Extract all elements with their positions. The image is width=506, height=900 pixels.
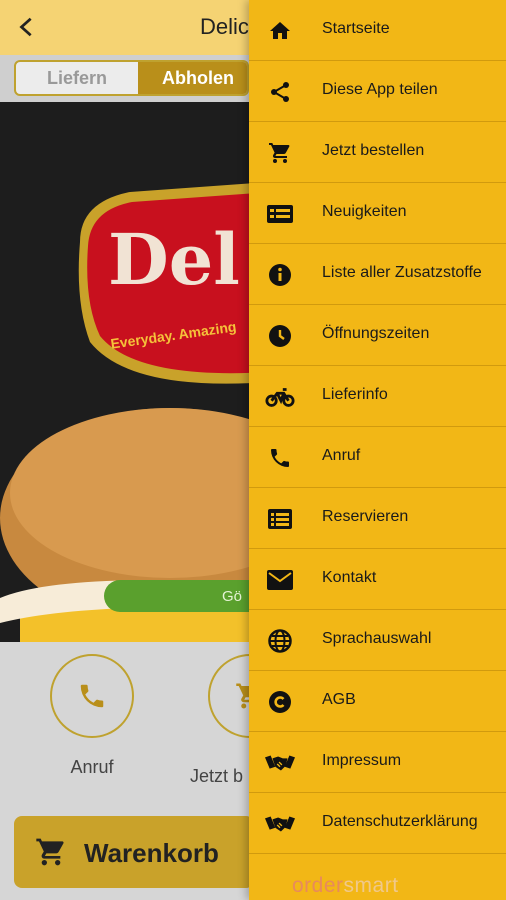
handshake-icon: [265, 749, 295, 777]
cart-icon: [36, 838, 64, 866]
cart-button[interactable]: Warenkorb: [14, 816, 254, 888]
menu-item-label: Anruf: [322, 447, 361, 464]
menu-item-delivery-info[interactable]: Lieferinfo: [249, 366, 506, 427]
menu-item-label: Öffnungszeiten: [322, 325, 430, 342]
copyright-icon: [265, 688, 295, 716]
menu-item-privacy[interactable]: Datenschutzerklärung: [249, 793, 506, 854]
menu-item-label: Reservieren: [322, 508, 409, 525]
menu-item-hours[interactable]: Öffnungszeiten: [249, 305, 506, 366]
menu-item-call[interactable]: Anruf: [249, 427, 506, 488]
call-label: Anruf: [70, 757, 114, 777]
menu-item-order[interactable]: Jetzt bestellen: [249, 122, 506, 183]
delivery-mode-toggle: Liefern Abholen: [14, 60, 249, 96]
brand-logo: ordersmart: [292, 874, 399, 898]
handshake-icon: [265, 810, 295, 838]
menu-item-label: Lieferinfo: [322, 386, 388, 403]
menu-item-label: Kontakt: [322, 569, 377, 586]
tab-abholen[interactable]: Abholen: [138, 62, 247, 94]
menu-item-language[interactable]: Sprachauswahl: [249, 610, 506, 671]
brand-logo-part1: order: [292, 874, 344, 897]
info-icon: [265, 261, 295, 289]
clock-icon: [265, 322, 295, 350]
phone-icon: [80, 684, 104, 708]
logo-text: Del: [108, 218, 240, 301]
menu-item-label: Impressum: [322, 752, 402, 769]
menu-item-share[interactable]: Diese App teilen: [249, 61, 506, 122]
home-icon: [265, 17, 295, 45]
hero-image: Del Everyday. Amazing Gö: [0, 102, 250, 642]
status-badge: Gö: [104, 580, 250, 612]
call-button[interactable]: [50, 654, 134, 738]
news-icon: [265, 200, 295, 228]
mail-icon: [265, 566, 295, 594]
menu-item-label: Datenschutzerklärung: [322, 813, 478, 830]
menu-item-label: Sprachauswahl: [322, 630, 432, 647]
phone-icon: [265, 444, 295, 472]
brand-logo-part2: smart: [343, 874, 399, 897]
menu-item-terms[interactable]: AGB: [249, 671, 506, 732]
back-arrow-icon[interactable]: [12, 12, 42, 42]
navigation-drawer: Startseite Diese App teilen Jetzt bestel…: [249, 0, 506, 900]
menu-item-contact[interactable]: Kontakt: [249, 549, 506, 610]
menu-item-news[interactable]: Neuigkeiten: [249, 183, 506, 244]
menu-item-reserve[interactable]: Reservieren: [249, 488, 506, 549]
motorbike-icon: [265, 383, 295, 411]
menu-item-label: Diese App teilen: [322, 81, 438, 98]
menu-item-startseite[interactable]: Startseite: [249, 0, 506, 61]
tab-liefern[interactable]: Liefern: [16, 62, 138, 94]
menu-item-label: Startseite: [322, 20, 390, 37]
menu-item-imprint[interactable]: Impressum: [249, 732, 506, 793]
menu-item-label: Liste aller Zusatzstoffe: [322, 264, 482, 281]
menu-item-additives[interactable]: Liste aller Zusatzstoffe: [249, 244, 506, 305]
globe-icon: [265, 627, 295, 655]
list-icon: [265, 505, 295, 533]
share-icon: [265, 78, 295, 106]
cart-icon: [265, 139, 295, 167]
order-label: Jetzt b: [190, 766, 244, 786]
menu-item-label: AGB: [322, 691, 356, 708]
menu-item-label: Jetzt bestellen: [322, 142, 425, 159]
cart-label: Warenkorb: [84, 838, 219, 868]
page-title: Delic: [200, 14, 249, 39]
menu-item-label: Neuigkeiten: [322, 203, 407, 220]
